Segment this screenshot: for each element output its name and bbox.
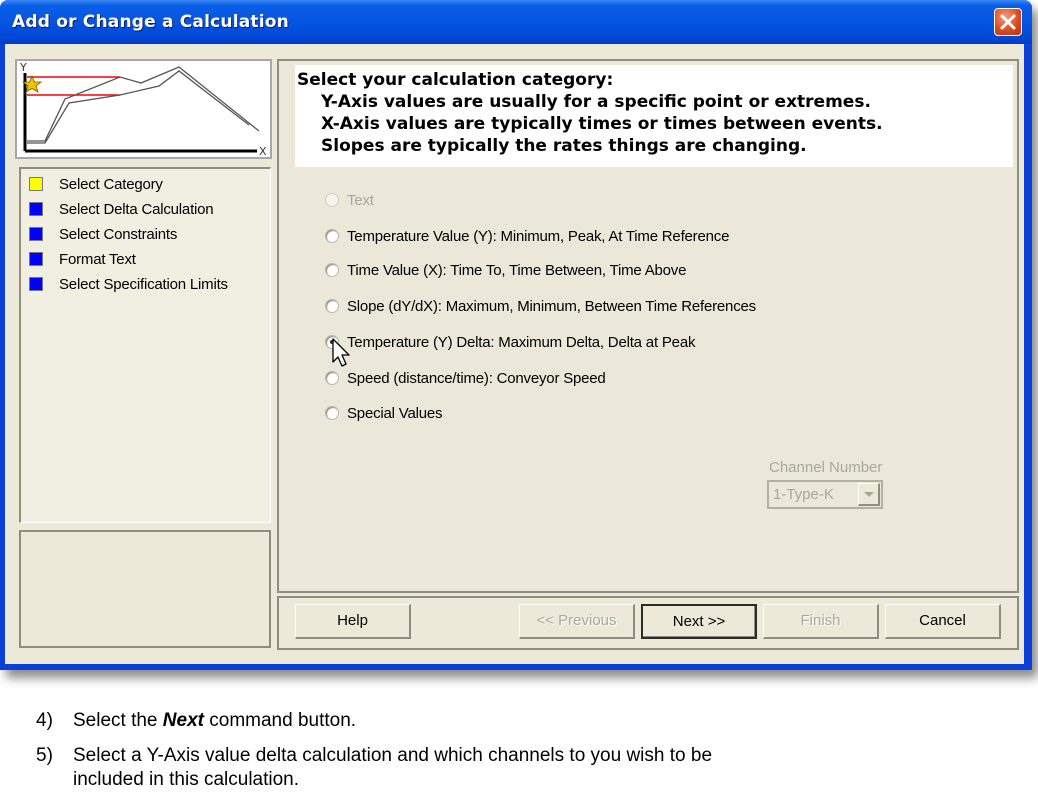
radio-button[interactable] (325, 371, 339, 385)
y-axis-label: Y (19, 61, 27, 74)
calculation-dialog: Add or Change a Calculation Y X Select C… (0, 0, 1032, 670)
radio-special-values[interactable]: Special Values (325, 402, 443, 424)
radio-label: Temperature (Y) Delta: Maximum Delta, De… (347, 333, 696, 351)
radio-slope[interactable]: Slope (dY/dX): Maximum, Minimum, Between… (325, 295, 756, 317)
channel-number-label: Channel Number (769, 459, 883, 476)
step-status-icon (29, 277, 43, 291)
wizard-step[interactable]: Select Delta Calculation (29, 198, 214, 220)
wizard-step[interactable]: Select Specification Limits (29, 273, 228, 295)
step-label: Select Constraints (59, 225, 178, 243)
instructions-header: Select your calculation category: Y-Axis… (295, 65, 1013, 167)
header-line: Slopes are typically the rates things ar… (321, 136, 807, 156)
next-button[interactable]: Next >> (641, 604, 757, 639)
step-label: Select Specification Limits (59, 275, 228, 293)
radio-label: Special Values (347, 404, 443, 422)
previous-button[interactable]: << Previous (519, 604, 635, 639)
header-title: Select your calculation category: (297, 70, 614, 90)
category-preview-graph: Y X (15, 59, 272, 159)
radio-button[interactable] (325, 406, 339, 420)
radio-label: Temperature Value (Y): Minimum, Peak, At… (347, 227, 730, 245)
wizard-steps-list: Select Category Select Delta Calculation… (19, 167, 271, 523)
title-bar[interactable]: Add or Change a Calculation (0, 0, 1032, 44)
step-number: 4) (36, 710, 53, 731)
step-number: 5) (36, 745, 53, 766)
next-emphasis: Next (162, 710, 204, 731)
x-axis-label: X (259, 145, 267, 157)
radio-label: Speed (distance/time): Conveyor Speed (347, 369, 606, 387)
window-title: Add or Change a Calculation (12, 12, 289, 32)
step-text: included in this calculation. (73, 769, 300, 790)
step-text: Select a Y-Axis value delta calculation … (73, 745, 713, 766)
radio-label: Text (347, 191, 374, 209)
close-button[interactable] (994, 8, 1022, 36)
radio-speed[interactable]: Speed (distance/time): Conveyor Speed (325, 367, 606, 389)
channel-number-value: 1-Type-K (773, 486, 834, 503)
header-line: X-Axis values are typically times or tim… (321, 114, 883, 134)
channel-number-select[interactable]: 1-Type-K (767, 480, 883, 509)
category-panel: Select your calculation category: Y-Axis… (277, 59, 1019, 593)
step-text: Select the Next command button. (73, 710, 357, 731)
step-label: Select Category (59, 175, 163, 193)
radio-label: Slope (dY/dX): Maximum, Minimum, Between… (347, 297, 756, 315)
step-status-icon (29, 252, 43, 266)
step-status-icon (29, 202, 43, 216)
y-delta-graph-icon: Y X (19, 61, 267, 158)
wizard-step[interactable]: Format Text (29, 248, 136, 270)
step-label: Select Delta Calculation (59, 200, 214, 218)
radio-button[interactable] (325, 193, 339, 207)
radio-button[interactable] (325, 263, 339, 277)
step-status-icon (29, 177, 43, 191)
finish-button[interactable]: Finish (763, 604, 879, 639)
radio-text[interactable]: Text (325, 189, 374, 211)
chevron-down-icon[interactable] (858, 483, 880, 506)
step-status-icon (29, 227, 43, 241)
dialog-body: Y X Select Category Select Delta Calcula… (5, 44, 1024, 664)
radio-button[interactable] (325, 299, 339, 313)
radio-time-value[interactable]: Time Value (X): Time To, Time Between, T… (325, 259, 686, 281)
step-label: Format Text (59, 250, 136, 268)
close-icon (1000, 14, 1016, 30)
radio-temperature-value[interactable]: Temperature Value (Y): Minimum, Peak, At… (325, 225, 729, 247)
wizard-step[interactable]: Select Category (29, 173, 163, 195)
radio-temperature-delta[interactable]: Temperature (Y) Delta: Maximum Delta, De… (325, 331, 695, 353)
radio-label: Time Value (X): Time To, Time Between, T… (347, 261, 687, 279)
mouse-pointer-icon (332, 338, 350, 367)
button-bar: Help << Previous Next >> Finish Cancel (277, 596, 1019, 650)
cancel-button[interactable]: Cancel (885, 604, 1001, 639)
wizard-step[interactable]: Select Constraints (29, 223, 177, 245)
help-button[interactable]: Help (295, 604, 411, 639)
header-line: Y-Axis values are usually for a specific… (321, 92, 871, 112)
radio-button[interactable] (325, 229, 339, 243)
info-panel (19, 530, 271, 648)
